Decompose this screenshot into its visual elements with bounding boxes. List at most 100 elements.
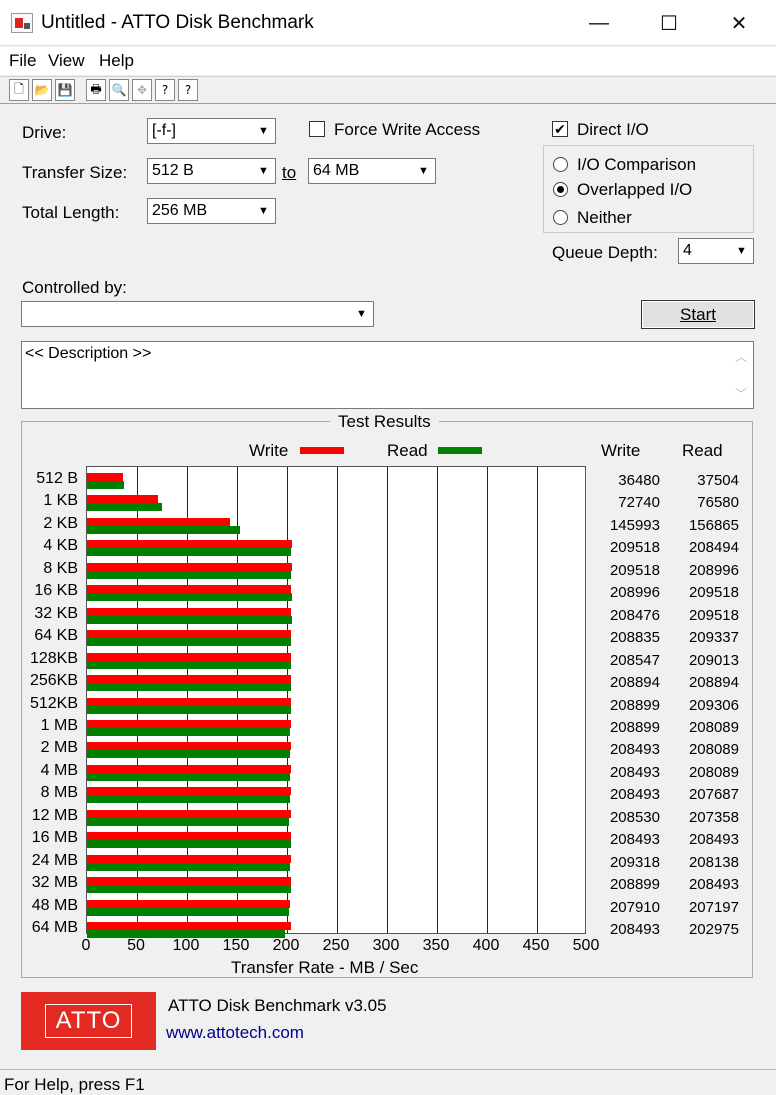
about-icon[interactable]: ? bbox=[155, 79, 175, 101]
open-folder-icon[interactable]: 📂 bbox=[32, 79, 52, 101]
read-column-header: Read bbox=[682, 441, 723, 460]
legend-write-swatch bbox=[300, 447, 344, 454]
read-bar bbox=[87, 660, 292, 669]
force-write-checkbox[interactable] bbox=[309, 121, 325, 137]
print-icon[interactable]: 🖶 bbox=[86, 79, 106, 101]
gridline bbox=[487, 467, 488, 933]
category-label: 8 MB bbox=[40, 784, 78, 802]
start-label: Start bbox=[680, 304, 716, 324]
category-label: 1 MB bbox=[40, 716, 78, 734]
category-label: 24 MB bbox=[31, 851, 78, 869]
write-bar bbox=[87, 562, 292, 571]
read-bar bbox=[87, 795, 290, 804]
neither-radio[interactable] bbox=[553, 210, 568, 225]
category-label: 12 MB bbox=[31, 806, 78, 824]
save-icon[interactable]: 💾 bbox=[55, 79, 75, 101]
read-bar bbox=[87, 705, 292, 714]
category-label: 16 KB bbox=[34, 582, 78, 600]
new-file-icon[interactable]: 🗋 bbox=[9, 79, 29, 101]
transfer-to-value: 64 MB bbox=[313, 162, 360, 179]
print-preview-icon[interactable]: 🔍 bbox=[109, 79, 129, 101]
category-label: 512 B bbox=[36, 470, 78, 487]
write-value: 208493 bbox=[609, 921, 660, 938]
drive-select[interactable]: [-f-] ▼ bbox=[147, 118, 276, 144]
read-value: 207197 bbox=[688, 898, 739, 916]
write-bar bbox=[87, 517, 230, 526]
x-axis-label: Transfer Rate - MB / Sec bbox=[231, 958, 419, 977]
read-bar bbox=[87, 503, 162, 512]
write-value: 208476 bbox=[609, 606, 660, 624]
read-bar bbox=[87, 772, 291, 781]
window-title: Untitled - ATTO Disk Benchmark bbox=[41, 12, 314, 33]
write-value: 208996 bbox=[609, 584, 660, 602]
transfer-size-from-select[interactable]: 512 B ▼ bbox=[147, 158, 276, 184]
overlapped-io-label: Overlapped I/O bbox=[577, 180, 693, 199]
queue-depth-select[interactable]: 4 ▼ bbox=[678, 238, 754, 264]
minimize-button[interactable]: — bbox=[564, 0, 634, 46]
website-link[interactable]: www.attotech.com bbox=[166, 1023, 304, 1043]
read-value: 208089 bbox=[688, 763, 739, 781]
write-bar bbox=[87, 652, 291, 661]
category-label: 2 MB bbox=[40, 739, 78, 757]
x-tick-label: 0 bbox=[81, 937, 91, 954]
gridline bbox=[387, 467, 388, 933]
force-write-label: Force Write Access bbox=[334, 120, 481, 139]
chevron-down-icon: ▼ bbox=[251, 159, 275, 183]
chevron-down-icon: ▼ bbox=[729, 239, 753, 263]
write-value: 207910 bbox=[609, 898, 660, 916]
scroll-down-icon[interactable]: ﹀ bbox=[735, 385, 747, 402]
read-bar bbox=[87, 593, 292, 602]
write-bar bbox=[87, 809, 291, 818]
status-text: For Help, press F1 bbox=[4, 1075, 145, 1094]
category-label: 32 MB bbox=[31, 874, 78, 892]
x-tick-label: 250 bbox=[322, 937, 350, 954]
direct-io-checkbox[interactable]: ✔ bbox=[552, 121, 568, 137]
transfer-size-to-select[interactable]: 64 MB ▼ bbox=[308, 158, 436, 184]
read-bar bbox=[87, 481, 124, 489]
write-bar bbox=[87, 495, 159, 504]
total-length-label: Total Length: bbox=[22, 203, 120, 222]
category-label: 1 KB bbox=[43, 492, 78, 510]
maximize-button[interactable]: ☐ bbox=[634, 0, 704, 46]
description-text: << Description >> bbox=[25, 345, 152, 362]
write-value: 208835 bbox=[609, 629, 660, 647]
status-bar: For Help, press F1 bbox=[0, 1069, 776, 1095]
menu-help[interactable]: Help bbox=[99, 51, 134, 71]
chevron-down-icon: ▼ bbox=[411, 159, 435, 183]
write-value: 208493 bbox=[609, 741, 660, 759]
queue-depth-value: 4 bbox=[683, 242, 692, 259]
atto-logo-text: ATTO bbox=[44, 1004, 133, 1038]
read-bar bbox=[87, 862, 291, 871]
x-tick-label: 450 bbox=[522, 937, 550, 954]
move-icon[interactable]: ✥ bbox=[132, 79, 152, 101]
category-label: 256KB bbox=[29, 672, 78, 690]
io-comparison-radio[interactable] bbox=[553, 157, 568, 172]
menu-view[interactable]: View bbox=[48, 51, 85, 71]
test-results-title: Test Results bbox=[330, 412, 439, 432]
close-button[interactable]: ✕ bbox=[704, 0, 774, 46]
legend-read-label: Read bbox=[387, 441, 428, 460]
total-length-select[interactable]: 256 MB ▼ bbox=[147, 198, 276, 224]
x-tick-label: 150 bbox=[222, 937, 250, 954]
write-bar bbox=[87, 899, 291, 908]
read-value: 207358 bbox=[688, 808, 739, 826]
write-value: 208899 bbox=[609, 718, 660, 736]
write-bar bbox=[87, 675, 291, 684]
read-value: 208894 bbox=[688, 674, 739, 692]
read-bar bbox=[87, 840, 291, 849]
overlapped-io-radio[interactable] bbox=[553, 182, 568, 197]
context-help-icon[interactable]: ? bbox=[178, 79, 198, 101]
read-bar bbox=[87, 750, 291, 759]
category-label: 32 KB bbox=[34, 604, 78, 622]
scroll-up-icon[interactable]: ︿ bbox=[735, 348, 747, 365]
gridline bbox=[337, 467, 338, 933]
write-bar bbox=[87, 697, 291, 706]
write-bar bbox=[87, 473, 123, 481]
description-textarea[interactable]: << Description >> ︿ ﹀ bbox=[21, 341, 754, 409]
read-value: 76580 bbox=[697, 494, 739, 512]
menu-file[interactable]: File bbox=[9, 51, 36, 71]
start-button[interactable]: Start bbox=[641, 300, 755, 329]
write-bar bbox=[87, 922, 291, 930]
read-value: 208089 bbox=[688, 718, 739, 736]
controlled-by-select[interactable]: ▼ bbox=[21, 301, 374, 327]
